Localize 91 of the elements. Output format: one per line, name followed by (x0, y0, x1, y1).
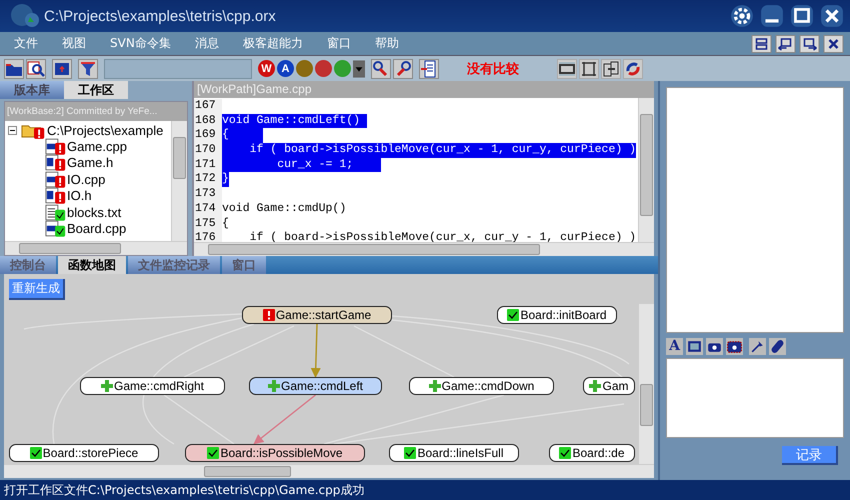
code-line: { (222, 216, 229, 232)
columns-icon[interactable] (579, 58, 599, 78)
scrollbar[interactable] (194, 242, 654, 256)
refresh-icon[interactable] (623, 58, 643, 78)
editor-title: [WorkPath]Game.cpp (194, 81, 654, 98)
line-number: 167 (194, 99, 222, 114)
toolbar-button[interactable] (296, 60, 313, 77)
check-icon (559, 447, 572, 459)
compare-status: 没有比较 (467, 60, 519, 78)
camera-icon[interactable] (706, 338, 723, 355)
plus-icon (428, 380, 441, 392)
check-icon (507, 309, 520, 321)
function-node[interactable]: Gam (583, 377, 635, 395)
line-number: 169 (194, 128, 222, 144)
line-number: 168 (194, 114, 222, 128)
toolbar-button[interactable]: A (277, 60, 294, 77)
scrollbar[interactable] (171, 121, 187, 241)
toolbar-button[interactable]: W (258, 60, 275, 77)
folder-icon[interactable] (4, 58, 24, 78)
align-icon[interactable] (557, 58, 577, 78)
font-button[interactable]: A (666, 338, 683, 355)
toolbar-button[interactable] (315, 60, 332, 77)
function-node[interactable]: Game::cmdDown (409, 377, 554, 395)
layout-icon[interactable] (751, 34, 772, 52)
screenshot-icon[interactable] (726, 338, 743, 355)
unlink-icon[interactable] (393, 58, 413, 78)
line-number: 171 (194, 158, 222, 172)
settings-icon[interactable] (730, 4, 754, 28)
tab[interactable]: 函数地图 (58, 256, 126, 274)
tree-item[interactable]: Game.cpp (67, 139, 127, 154)
tree-item[interactable]: C:\Projects\example (47, 122, 164, 138)
document-icon[interactable] (419, 58, 439, 78)
tree-item[interactable]: Board.cpp (67, 221, 126, 236)
close-icon[interactable] (820, 4, 844, 28)
plus-icon (100, 380, 113, 392)
function-node[interactable]: Board::lineIsFull (389, 444, 519, 462)
swap-icon[interactable] (601, 58, 621, 78)
menu-item[interactable]: 文件 (14, 35, 38, 52)
function-node[interactable]: Board::initBoard (497, 306, 617, 324)
tab[interactable]: 工作区 (64, 81, 128, 99)
line-number: 176 (194, 231, 222, 242)
line-number: 174 (194, 202, 222, 216)
tree-item[interactable]: blocks.txt (67, 204, 122, 220)
maximize-icon[interactable] (790, 4, 814, 28)
filter-icon[interactable] (78, 58, 98, 78)
image-icon[interactable] (686, 338, 703, 355)
line-number: 175 (194, 216, 222, 232)
menu-item[interactable]: SVN命令集 (110, 35, 171, 52)
menu-item[interactable]: 窗口 (326, 35, 351, 52)
line-number: 170 (194, 143, 222, 158)
dropdown-icon[interactable] (353, 58, 365, 78)
function-node[interactable]: Game::cmdRight (80, 377, 225, 395)
dock-left-icon[interactable] (775, 34, 796, 52)
tree-item[interactable]: Game.h (67, 155, 114, 170)
dock-right-icon[interactable] (799, 34, 820, 52)
function-node[interactable]: Board::storePiece (9, 444, 159, 462)
tree-item[interactable]: IO.cpp (67, 172, 106, 187)
search-icon[interactable] (26, 58, 46, 78)
line-number: 173 (194, 187, 222, 202)
menu-item[interactable]: 帮助 (374, 35, 399, 52)
close-icon[interactable] (823, 34, 844, 52)
minimize-icon[interactable] (760, 4, 784, 28)
window-title: C:\Projects\examples\tetris\cpp.orx (44, 8, 276, 24)
scrollbar[interactable] (5, 241, 187, 255)
box-icon[interactable] (52, 58, 72, 78)
function-node[interactable]: Board::de (549, 444, 635, 462)
collapse-icon[interactable] (8, 126, 17, 135)
app-logo-icon (10, 3, 40, 29)
link-icon[interactable] (371, 58, 391, 78)
menu-item[interactable]: 消息 (194, 35, 219, 52)
function-node[interactable]: Game::startGame (242, 306, 392, 324)
menu-item[interactable]: 视图 (62, 35, 86, 52)
code-line: void Game::cmdUp() (222, 202, 346, 216)
scrollbar[interactable] (638, 98, 654, 242)
attachment-icon[interactable] (769, 338, 786, 355)
check-icon (207, 447, 220, 459)
scrollbar[interactable] (4, 464, 654, 478)
pin-icon[interactable] (749, 338, 766, 355)
scrollbar[interactable] (638, 304, 654, 464)
menu-item[interactable]: 极客超能力 (242, 35, 303, 52)
tree-item[interactable]: IO.h (67, 188, 92, 204)
panel-header: [WorkBase:2] Committed by YeFe... (5, 102, 187, 121)
function-node[interactable]: Game::cmdLeft (249, 377, 382, 395)
check-icon (404, 447, 416, 459)
error-icon (262, 309, 275, 321)
check-icon (30, 447, 42, 459)
input-field[interactable] (104, 58, 252, 78)
plus-icon (268, 380, 280, 392)
plus-icon (589, 380, 602, 392)
function-node[interactable]: Board::isPossibleMove (185, 444, 365, 462)
line-number: 172 (194, 172, 222, 188)
